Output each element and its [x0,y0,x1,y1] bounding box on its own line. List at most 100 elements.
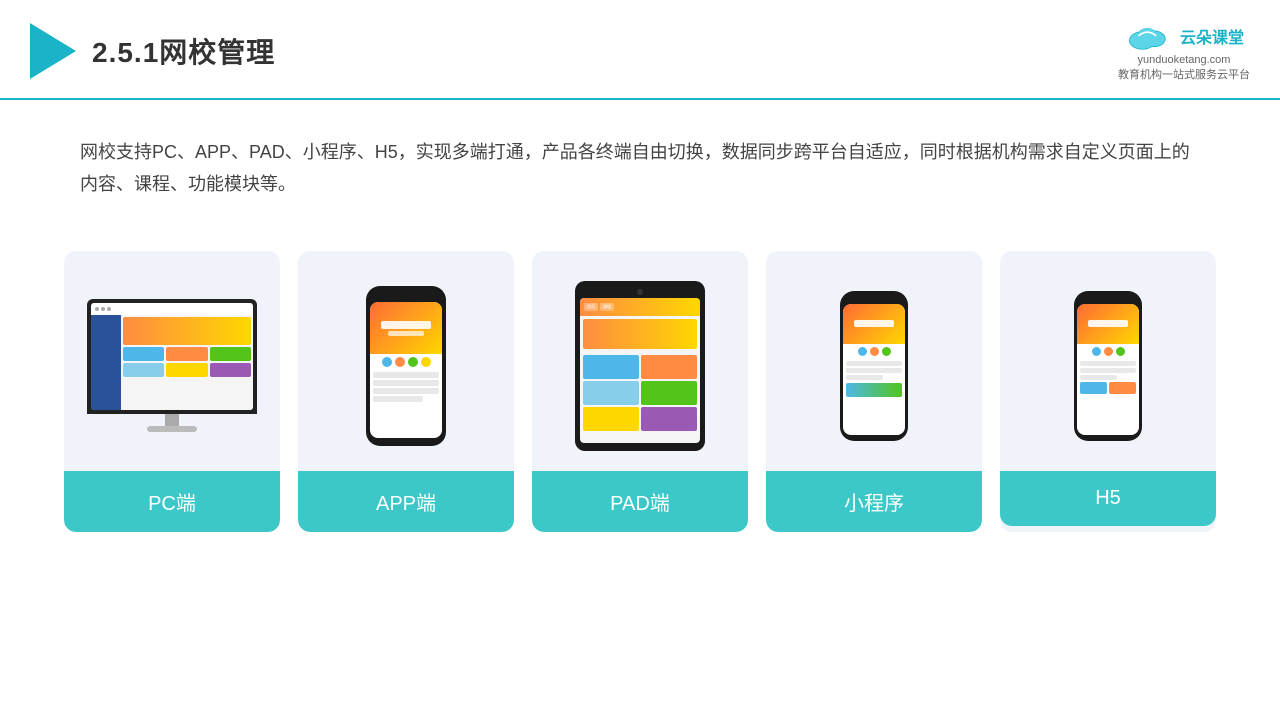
screen-card-4 [123,363,164,377]
mini-icon-1 [858,347,867,356]
brand-url: yunduoketang.com [1118,53,1250,68]
monitor-screen-inner [91,303,253,410]
monitor-base [147,426,197,432]
mini-text-1 [854,320,894,327]
app-label: APP端 [298,471,514,532]
pad-card-6 [641,407,697,431]
h5-icon-3 [1116,347,1125,356]
screen-body [91,315,253,410]
cloud-logo-container: 云朵课堂 [1124,18,1244,53]
h5-list-2 [1080,368,1136,373]
pad-nav-1: 首页 [584,303,598,311]
h5-icons-row [1077,344,1139,359]
mini-icon-2 [870,347,879,356]
h5-list-1 [1080,361,1136,366]
h5-label: H5 [1000,471,1216,526]
miniprogram-image-area [766,251,982,471]
brand-tagline: yunduoketang.com 教育机构一站式服务云平台 [1118,53,1250,84]
pad-card-5 [583,407,639,431]
h5-grid-2 [1109,382,1136,394]
header: 2.5.1网校管理 云朵课堂 yunduoketang.com 教育机构一站式服… [0,0,1280,100]
app-image-area [298,251,514,471]
miniprogram-phone-outer [840,291,908,441]
monitor-screen-outer [87,299,257,414]
cards-container: PC端 [0,221,1280,562]
cloud-icon [1124,18,1174,53]
pad-banner [583,319,697,349]
h5-phone-mockup [1074,291,1142,441]
screen-card-5 [166,363,207,377]
pc-card: PC端 [64,251,280,532]
miniprogram-label: 小程序 [766,471,982,532]
miniprogram-phone-mockup [840,291,908,441]
screen-banner [123,317,251,345]
h5-screen-top [1077,304,1139,344]
screen-dot-3 [107,307,111,311]
app-phone-screen [370,302,442,438]
screen-dot-2 [101,307,105,311]
pad-label: PAD端 [532,471,748,532]
app-icon-2 [395,357,405,367]
screen-card-6 [210,363,251,377]
h5-icon-1 [1092,347,1101,356]
app-text-1 [381,321,431,329]
app-screen-top [370,302,442,354]
pad-card-3 [583,381,639,405]
pad-header-bar: 首页 课程 [580,298,700,316]
pad-screen: 首页 课程 [580,298,700,443]
pad-nav-2: 课程 [600,303,614,311]
h5-text-1 [1088,320,1128,327]
pad-content-area [580,352,700,434]
app-icon-4 [421,357,431,367]
h5-icon-2 [1104,347,1113,356]
screen-card-1 [123,347,164,361]
app-icons-row [370,354,442,370]
miniprogram-notch [864,297,884,302]
mini-icons-row [843,344,905,359]
h5-grid-1 [1080,382,1107,394]
h5-list-3 [1080,375,1117,380]
app-phone-outer [366,286,446,446]
app-list-1 [373,372,439,378]
monitor-neck [165,414,179,426]
app-list-3 [373,388,439,394]
miniprogram-card: 小程序 [766,251,982,532]
play-triangle-icon [30,23,76,79]
mini-list-3 [846,375,883,380]
app-icon-1 [382,357,392,367]
pad-camera [637,289,643,295]
brand-name: 云朵课堂 [1180,24,1244,48]
pad-image-area: 首页 课程 [532,251,748,471]
screen-card-3 [210,347,251,361]
page-title: 2.5.1网校管理 [92,31,275,71]
screen-topbar [91,303,253,315]
description-paragraph: 网校支持PC、APP、PAD、小程序、H5，实现多端打通，产品各终端自由切换，数… [80,136,1200,201]
mini-list-1 [846,361,902,366]
header-left: 2.5.1网校管理 [30,23,275,79]
mini-icon-3 [882,347,891,356]
mini-screen-top [843,304,905,344]
app-card: APP端 [298,251,514,532]
h5-cards-grid [1080,382,1136,394]
app-icon-3 [408,357,418,367]
monitor-screen-content [91,303,253,410]
screen-cards-row-1 [123,347,251,361]
h5-notch [1098,297,1118,302]
pad-screen-content: 首页 课程 [580,298,700,443]
app-list-4 [373,396,423,402]
pad-card: 首页 课程 [532,251,748,532]
pc-image-area [64,251,280,471]
description-text: 网校支持PC、APP、PAD、小程序、H5，实现多端打通，产品各终端自由切换，数… [0,100,1280,221]
screen-main [121,315,253,410]
app-phone-notch [394,294,418,300]
pad-card-2 [641,355,697,379]
pad-outer: 首页 课程 [575,281,705,451]
mini-list-2 [846,368,902,373]
pc-mockup [87,299,257,432]
screen-sidebar [91,315,121,410]
brand-description: 教育机构一站式服务云平台 [1118,68,1250,83]
pc-label: PC端 [64,471,280,532]
pad-card-1 [583,355,639,379]
app-list-2 [373,380,439,386]
h5-card: H5 [1000,251,1216,532]
